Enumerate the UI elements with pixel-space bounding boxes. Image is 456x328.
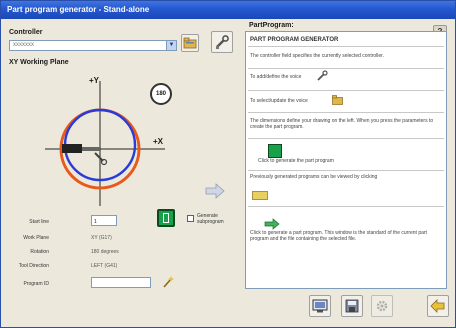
help-title: PART PROGRAM GENERATOR	[250, 37, 339, 43]
rotation-value: 180 degrees	[91, 249, 119, 255]
wrench-icon	[316, 70, 328, 84]
y-axis-label: +Y	[89, 76, 100, 85]
controller-label: Controller	[9, 29, 43, 36]
generate-subprogram-label: Generate subprogram	[197, 213, 224, 225]
help-separator	[248, 90, 444, 91]
next-arrow-button[interactable]	[205, 183, 225, 199]
help-line-controller: The controller field specifies the curre…	[250, 53, 384, 59]
chevron-down-icon: ▼	[166, 41, 176, 50]
tool-direction-label: Tool Direction	[18, 263, 49, 269]
save-button[interactable]	[341, 295, 363, 317]
work-plane-field-label: Work Plane	[23, 235, 49, 241]
program-id-label: Program ID	[23, 281, 49, 287]
help-panel: PART PROGRAM GENERATOR The controller fi…	[245, 31, 447, 289]
screen-button[interactable]	[309, 295, 331, 317]
generate-button[interactable]	[157, 209, 175, 227]
save-icon	[345, 299, 359, 313]
left-pane: Controller xxxxxxx ▼ XY Working Plane +Y…	[5, 23, 241, 325]
rotate-button[interactable]: 180	[150, 83, 172, 105]
help-separator	[248, 68, 444, 69]
help-separator	[248, 170, 444, 171]
work-plane-label: XY Working Plane	[9, 59, 69, 66]
monitor-icon	[312, 299, 328, 313]
program-id-input[interactable]	[91, 277, 151, 288]
wand-icon	[163, 276, 174, 288]
rotation-label: Rotation	[30, 249, 49, 255]
settings-button[interactable]	[371, 295, 393, 317]
help-line-part-program: Click to generate a part program. This w…	[250, 230, 427, 242]
tool-marker	[62, 144, 82, 153]
start-line-input[interactable]: 1	[91, 215, 117, 226]
help-line-previous: Previously generated programs can be vie…	[250, 174, 378, 180]
controller-select[interactable]: xxxxxxx ▼	[9, 40, 177, 51]
exit-button[interactable]	[427, 295, 449, 317]
main-window: Part program generator - Stand-alone Con…	[0, 0, 456, 328]
folder-open-icon	[252, 190, 268, 202]
work-plane-field-value: XY (G17)	[91, 235, 112, 241]
help-line-dimensions: The dimensions define your drawing on th…	[250, 118, 434, 130]
program-id-tool-button[interactable]	[161, 275, 175, 289]
gear-icon	[376, 300, 388, 312]
generate-icon	[163, 213, 169, 223]
help-line-select: To select/update the voice	[250, 98, 308, 104]
exit-arrow-icon	[430, 299, 445, 313]
rotate-icon-label: 180	[155, 91, 166, 97]
help-header: PartProgram:	[249, 22, 294, 29]
controller-selected-value: xxxxxxx	[13, 42, 34, 48]
tool-direction-value: LEFT (G41)	[91, 263, 118, 269]
generate-icon	[268, 144, 282, 158]
arrow-right-icon	[205, 183, 225, 199]
controller-folder-button[interactable]	[181, 34, 199, 52]
help-separator	[248, 46, 444, 47]
tool-shaft	[82, 147, 100, 151]
wrench-icon	[94, 152, 108, 166]
help-separator	[248, 138, 444, 139]
x-axis-label: +X	[153, 137, 164, 146]
folder-icon	[183, 37, 197, 49]
start-line-value: 1	[94, 219, 97, 225]
folder-icon	[332, 95, 343, 107]
help-separator	[248, 112, 444, 113]
help-separator	[248, 206, 444, 207]
start-line-label: Start line	[29, 219, 49, 225]
controller-settings-button[interactable]	[211, 31, 233, 53]
title-bar: Part program generator - Stand-alone	[1, 1, 455, 19]
wrench-icon	[216, 35, 229, 49]
generate-subprogram-checkbox[interactable]	[187, 215, 194, 222]
help-line-generate: Click to generate the part program	[258, 158, 334, 164]
right-pane: PartProgram: ? PART PROGRAM GENERATOR Th…	[245, 22, 453, 325]
